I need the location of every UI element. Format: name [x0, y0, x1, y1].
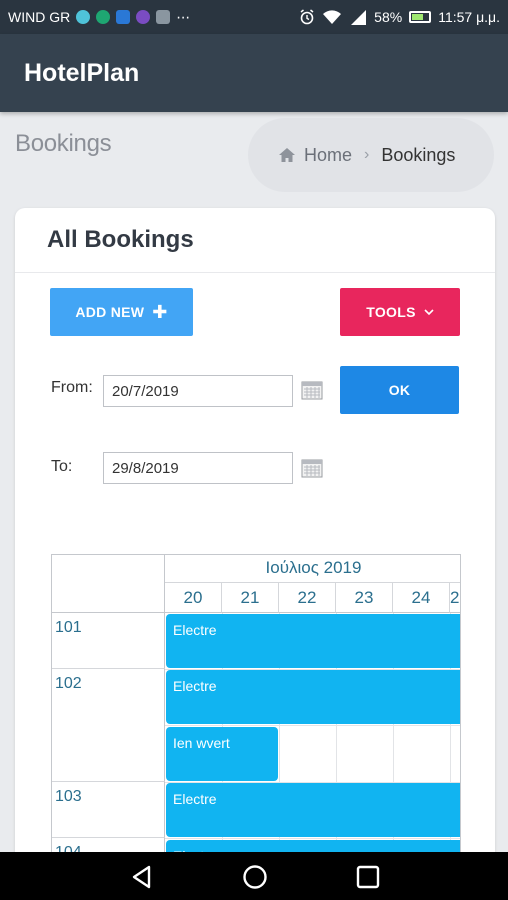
booking-event[interactable]: Ien wvert [166, 727, 278, 781]
day-header: 20 [165, 583, 222, 613]
add-new-label: ADD NEW [75, 304, 145, 320]
back-triangle-icon[interactable] [129, 864, 155, 890]
day-header: 23 [336, 583, 393, 613]
add-new-button[interactable]: ADD NEW ✚ [50, 288, 193, 336]
battery-percent: 58% [374, 9, 403, 25]
tools-button[interactable]: TOOLS [340, 288, 460, 336]
ok-button[interactable]: OK [340, 366, 459, 414]
scheduler-month-header: Ιούλιος 2019 [165, 555, 460, 583]
tools-label: TOOLS [366, 304, 416, 320]
notification-icon [136, 10, 151, 24]
scheduler-corner [52, 555, 165, 613]
carrier-label: WIND GR [8, 9, 71, 25]
breadcrumb: Home › Bookings [248, 118, 494, 192]
signal-icon [351, 10, 367, 25]
notification-icon [156, 10, 171, 24]
row-line [165, 725, 460, 726]
day-header: 22 [279, 583, 336, 613]
calendar-icon[interactable] [301, 458, 323, 478]
booking-event[interactable]: Electre [166, 670, 460, 724]
alarm-icon [300, 9, 314, 25]
booking-event[interactable]: Electre [166, 783, 460, 837]
home-icon[interactable] [278, 147, 296, 163]
plus-icon: ✚ [152, 302, 168, 322]
room-row-label: 102 [52, 669, 165, 782]
notification-icon [76, 10, 91, 24]
bookings-card: All Bookings ADD NEW ✚ TOOLS From: OK To… [15, 208, 495, 900]
page-title: Bookings [15, 130, 112, 157]
calendar-icon[interactable] [301, 380, 323, 400]
breadcrumb-home-link[interactable]: Home [304, 145, 352, 166]
battery-icon [409, 11, 432, 23]
to-label: To: [51, 458, 73, 475]
app-bar: HotelPlan [0, 34, 508, 112]
day-header: 2 [450, 583, 460, 613]
ok-label: OK [388, 382, 411, 398]
from-label: From: [51, 379, 93, 396]
room-row-label: 103 [52, 782, 165, 838]
notification-icon [116, 10, 131, 24]
day-header: 24 [393, 583, 450, 613]
day-header: 21 [222, 583, 279, 613]
row-line [165, 838, 460, 839]
more-notifications-icon: ⋯ [176, 8, 191, 25]
booking-scheduler: Ιούλιος 2019 20 21 22 23 24 2 101 102 10… [51, 554, 461, 900]
notification-icon [96, 10, 111, 24]
chevron-down-icon [424, 308, 434, 315]
room-row-label: 101 [52, 613, 165, 669]
home-circle-icon[interactable] [242, 864, 268, 890]
chevron-right-icon: › [364, 146, 370, 163]
divider [15, 272, 495, 273]
card-title: All Bookings [47, 226, 194, 253]
wifi-icon [323, 10, 342, 24]
to-date-input[interactable] [103, 452, 293, 484]
breadcrumb-current: Bookings [381, 144, 456, 165]
recents-square-icon[interactable] [355, 864, 381, 890]
app-title: HotelPlan [24, 58, 140, 87]
from-date-input[interactable] [103, 375, 293, 407]
booking-event[interactable]: Electre [166, 614, 460, 668]
status-bar: WIND GR ⋯ 58% 11:57 μ.μ. [0, 0, 508, 34]
clock: 11:57 μ.μ. [438, 9, 500, 25]
system-nav-bar [0, 852, 508, 900]
